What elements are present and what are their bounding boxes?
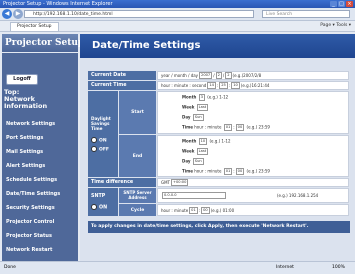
status-text: Done bbox=[4, 265, 16, 270]
start-minute-input[interactable]: 00 bbox=[235, 124, 245, 132]
time-difference-row: GMT +00:00 bbox=[157, 178, 349, 187]
sidebar-item-projector-control[interactable]: Projector Control bbox=[6, 219, 54, 225]
date-year-input[interactable]: 2007 bbox=[199, 72, 213, 79]
end-hour-input[interactable]: 01 bbox=[223, 167, 233, 175]
tab-bar: Projector Setup Page ▾ Tools ▾ bbox=[0, 21, 355, 32]
browser-tab[interactable]: Projector Setup bbox=[10, 22, 59, 32]
search-input[interactable]: Live Search bbox=[262, 10, 350, 18]
time-difference-label: Time difference bbox=[88, 178, 156, 187]
dst-start-fields: Month 3 (e.g.) 1-12 Week Last Day Sun Ti… bbox=[157, 91, 349, 134]
sntp-on-radio[interactable]: ON bbox=[91, 203, 107, 210]
cycle-hour-input[interactable]: 01 bbox=[189, 206, 198, 214]
page-title: Date/Time Settings bbox=[92, 40, 201, 51]
sidebar-item-mail-settings[interactable]: Mail Settings bbox=[6, 149, 43, 155]
sntp-server-input[interactable]: 0.0.0.0 bbox=[162, 192, 226, 199]
time-difference-input[interactable]: +00:00 bbox=[171, 179, 189, 186]
sidebar-item-network-restart[interactable]: Network Restart bbox=[6, 247, 52, 253]
current-time-label: Current Time bbox=[88, 81, 156, 90]
title-bar: Projector Setup - Windows Internet Explo… bbox=[0, 0, 355, 8]
security-zone: Internet bbox=[276, 265, 294, 270]
start-week-select[interactable]: Last bbox=[196, 103, 209, 111]
window-title: Projector Setup - Windows Internet Explo… bbox=[3, 1, 113, 7]
current-date-row: year / month / day 2007/ 2/ 2 (e.g.)2007… bbox=[157, 71, 349, 80]
start-month-select[interactable]: 3 bbox=[198, 93, 205, 101]
cycle-label: Cycle bbox=[119, 204, 156, 216]
sidebar-item-network-settings[interactable]: Network Settings bbox=[6, 121, 55, 127]
time-second-input[interactable]: 10 bbox=[231, 82, 240, 89]
radio-icon[interactable] bbox=[91, 136, 97, 143]
app-logo: Projector Setup bbox=[2, 34, 84, 52]
end-month-select[interactable]: 10 bbox=[198, 137, 208, 145]
sidebar-item-date-time-settings[interactable]: Date/Time Settings bbox=[6, 191, 60, 197]
sntp-server-address-label: SNTP Server Address bbox=[119, 188, 156, 203]
time-hour-input[interactable]: 14 bbox=[207, 82, 216, 89]
close-button[interactable]: × bbox=[346, 1, 353, 7]
current-date-label: Current Date bbox=[88, 71, 156, 80]
zoom-level[interactable]: 100% bbox=[332, 262, 345, 274]
radio-icon[interactable] bbox=[91, 146, 97, 152]
dst-on-radio[interactable]: ON bbox=[91, 136, 107, 143]
dst-off-radio[interactable]: OFF bbox=[91, 146, 109, 153]
end-day-select[interactable]: Sun bbox=[192, 157, 204, 165]
url-field[interactable]: http://192.168.1.10/date_time.html bbox=[24, 10, 254, 18]
end-week-select[interactable]: Last bbox=[196, 147, 209, 155]
end-minute-input[interactable]: 00 bbox=[235, 167, 245, 175]
sntp-server-row: 0.0.0.0 (e.g.) 192.168.1.254 bbox=[157, 188, 349, 203]
apply-notice: To apply changes in date/time settings, … bbox=[88, 221, 350, 233]
date-month-input[interactable]: 2 bbox=[215, 72, 222, 79]
status-bar: Done Internet 100% bbox=[0, 261, 355, 274]
sidebar-item-security-settings[interactable]: Security Settings bbox=[6, 205, 55, 211]
dst-start-label: Start bbox=[119, 91, 156, 134]
radio-icon[interactable] bbox=[91, 203, 97, 210]
logoff-button[interactable]: Logoff bbox=[6, 74, 38, 85]
page-header: Date/Time Settings bbox=[80, 34, 355, 58]
sntp-label-cell: SNTP ON bbox=[88, 188, 118, 216]
address-bar: ◀ ▶ http://192.168.1.10/date_time.html L… bbox=[0, 8, 355, 21]
minimize-button[interactable]: _ bbox=[330, 1, 337, 7]
sidebar-item-schedule-settings[interactable]: Schedule Settings bbox=[6, 177, 57, 183]
sidebar-item-port-settings[interactable]: Port Settings bbox=[6, 135, 43, 141]
dst-end-label: End bbox=[119, 135, 156, 177]
sidebar-item-projector-status[interactable]: Projector Status bbox=[6, 233, 52, 239]
maximize-button[interactable]: □ bbox=[338, 1, 345, 7]
dst-end-fields: Month 10 (e.g.) 1-12 Week Last Day Sun T… bbox=[157, 135, 349, 177]
start-hour-input[interactable]: 01 bbox=[223, 124, 233, 132]
dst-label-cell: Daylight Savings Time ON OFF bbox=[88, 91, 118, 177]
back-icon[interactable]: ◀ bbox=[2, 9, 12, 19]
date-day-input[interactable]: 2 bbox=[225, 72, 232, 79]
sidebar-item-alert-settings[interactable]: Alert Settings bbox=[6, 163, 45, 169]
cycle-minute-input[interactable]: 00 bbox=[201, 206, 210, 214]
current-time-row: hour : minute : second 14: 25: 10 (e.g.)… bbox=[157, 81, 349, 90]
time-minute-input[interactable]: 25 bbox=[219, 82, 228, 89]
toolbar-menus[interactable]: Page ▾ Tools ▾ bbox=[320, 22, 351, 30]
forward-icon[interactable]: ▶ bbox=[13, 9, 23, 19]
sidebar-top-network-information[interactable]: Top: Network Information bbox=[4, 89, 74, 110]
start-day-select[interactable]: Sun bbox=[192, 114, 204, 122]
cycle-row: hour : minute 01: 00 (e.g.) 01:00 bbox=[157, 204, 349, 216]
